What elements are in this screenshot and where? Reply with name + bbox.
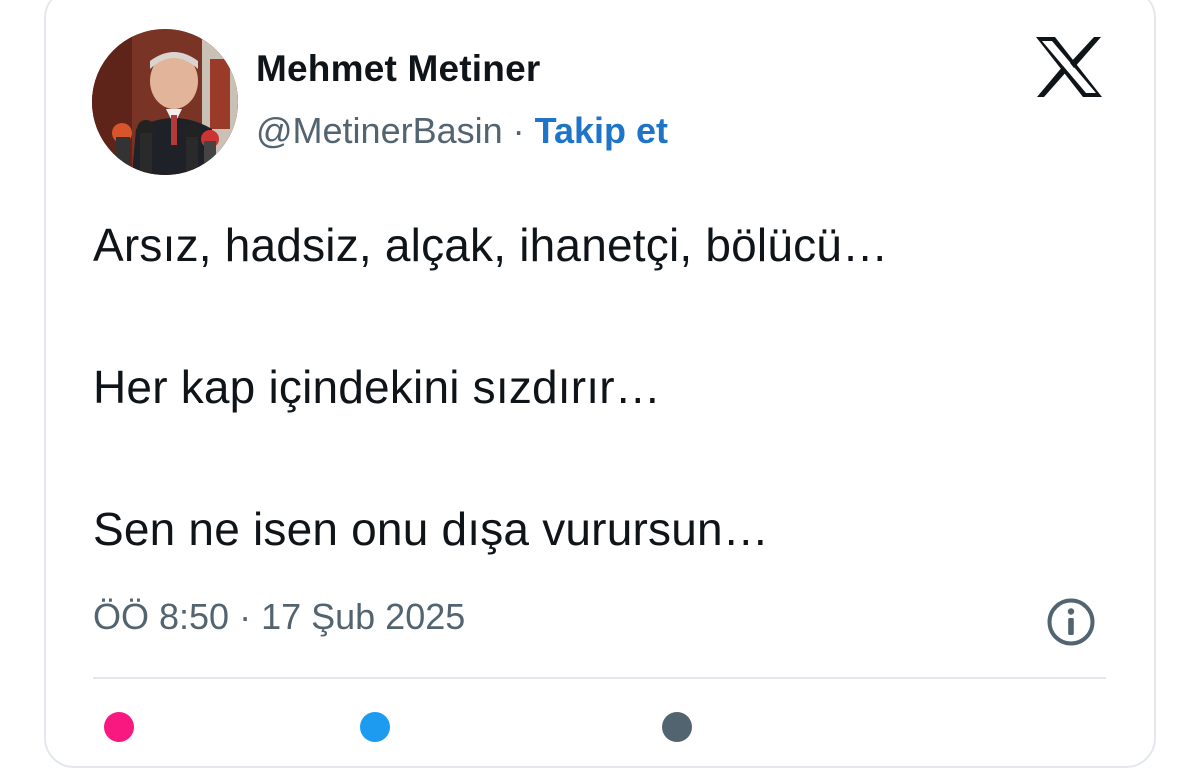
- x-logo-icon[interactable]: [1034, 36, 1104, 98]
- follow-button[interactable]: Takip et: [535, 110, 668, 151]
- author-handle[interactable]: @MetinerBasin: [256, 110, 503, 151]
- tweet-text-line: Sen ne isen onu dışa vurursun…: [93, 503, 769, 555]
- tweet-text-line: Her kap içindekini sızdırır…: [93, 361, 661, 413]
- avatar[interactable]: [92, 29, 238, 175]
- separator-dot: ·: [512, 110, 525, 151]
- tweet-timestamp[interactable]: ÖÖ 8:50 · 17 Şub 2025: [93, 596, 465, 638]
- info-icon[interactable]: [1046, 597, 1096, 647]
- handle-row: @MetinerBasin · Takip et: [256, 110, 668, 152]
- author-name[interactable]: Mehmet Metiner: [256, 48, 540, 90]
- tweet-text-line: Arsız, hadsiz, alçak, ihanetçi, bölücü…: [93, 219, 889, 271]
- heart-icon[interactable]: [104, 712, 134, 742]
- reply-icon[interactable]: [360, 712, 390, 742]
- avatar-photo: [92, 29, 238, 175]
- copy-link-icon[interactable]: [662, 712, 692, 742]
- divider: [93, 677, 1106, 679]
